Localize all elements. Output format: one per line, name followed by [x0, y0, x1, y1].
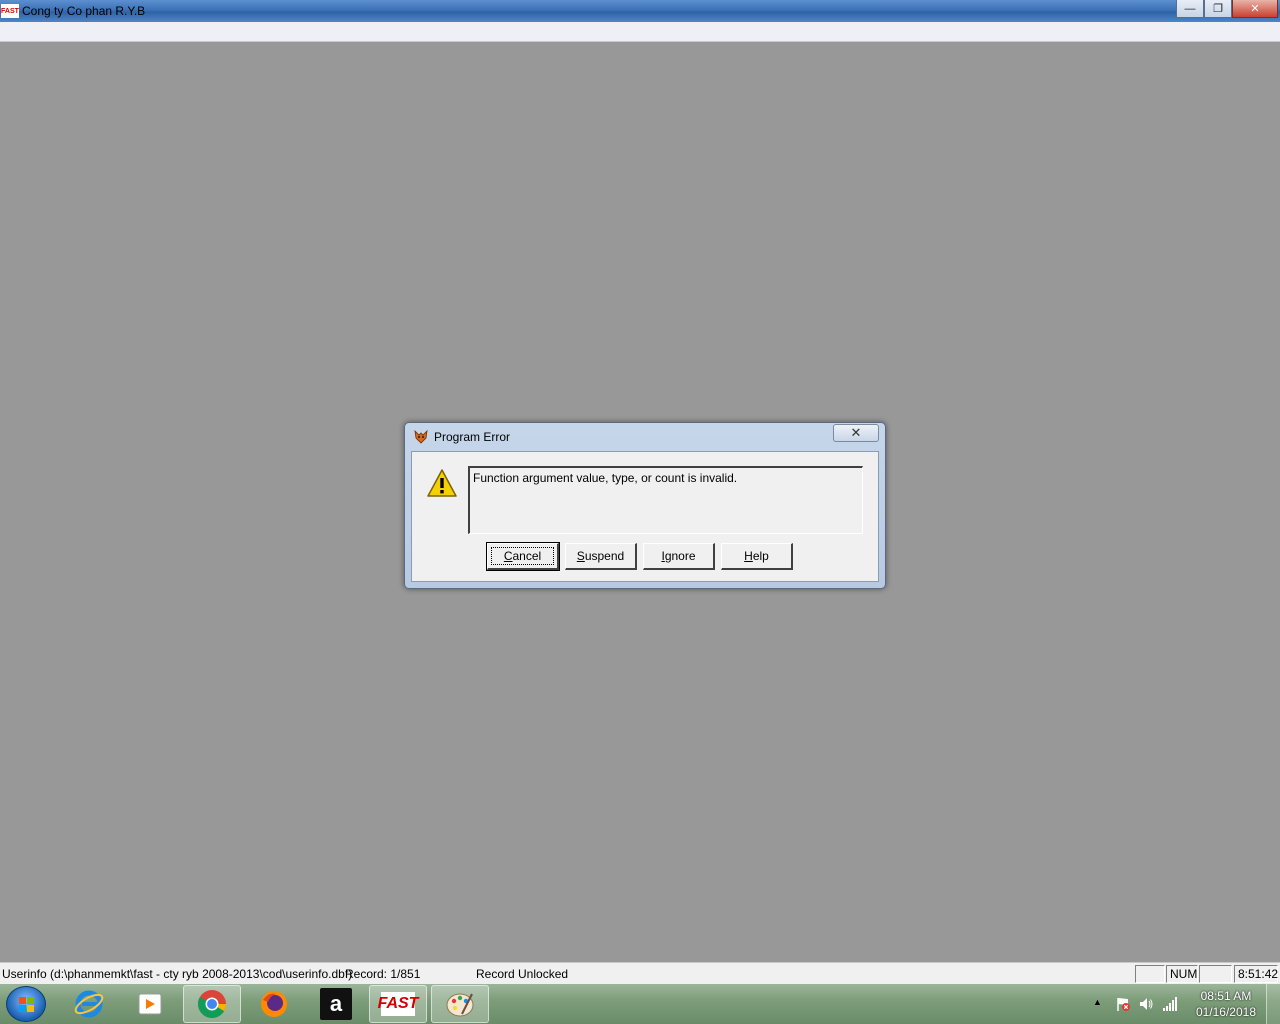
volume-icon[interactable]: [1138, 996, 1154, 1012]
foxpro-fox-icon: [414, 429, 428, 444]
status-num: NUM: [1166, 965, 1198, 983]
status-time: 8:51:42: [1234, 965, 1278, 983]
start-button[interactable]: [6, 986, 46, 1022]
dialog-titlebar[interactable]: Program Error ✕: [405, 423, 885, 451]
status-cell-empty: [1135, 965, 1165, 983]
status-cell-empty-2: [1199, 965, 1232, 983]
network-signal-icon[interactable]: [1162, 996, 1178, 1012]
ignore-button[interactable]: Ignore: [643, 543, 715, 570]
window-controls: — ❐ ✕: [1176, 0, 1278, 18]
firefox-icon: [261, 991, 287, 1017]
window-title: Cong ty Co phan R.Y.B: [22, 4, 146, 18]
error-message: Function argument value, type, or count …: [468, 466, 863, 534]
show-desktop-button[interactable]: [1266, 984, 1280, 1024]
taskbar-amazon[interactable]: a: [307, 985, 365, 1023]
windows-logo-icon: [19, 997, 34, 1012]
cancel-button[interactable]: Cancel: [486, 542, 560, 571]
taskbar-firefox[interactable]: [245, 985, 303, 1023]
chrome-icon: [198, 990, 226, 1018]
status-lock: Record Unlocked: [476, 967, 569, 981]
warning-icon: [427, 469, 457, 497]
action-center-flag-icon[interactable]: [1115, 996, 1131, 1012]
status-file: Userinfo (d:\phanmemkt\fast - cty ryb 20…: [2, 967, 353, 981]
tray-expand-arrow[interactable]: ▲: [1093, 997, 1102, 1007]
close-button[interactable]: ✕: [1232, 0, 1278, 18]
suspend-button[interactable]: Suspend: [565, 543, 637, 570]
status-bar: Userinfo (d:\phanmemkt\fast - cty ryb 20…: [0, 962, 1280, 984]
help-button[interactable]: Help: [721, 543, 793, 570]
taskbar-internet-explorer[interactable]: [60, 985, 118, 1023]
fast-icon: FAST: [378, 992, 418, 1016]
menu-bar: [0, 22, 1280, 42]
minimize-button[interactable]: —: [1176, 0, 1204, 18]
media-player-icon: [138, 993, 162, 1015]
clock-date: 01/16/2018: [1195, 1005, 1256, 1019]
dialog-body: Function argument value, type, or count …: [411, 451, 879, 582]
status-record: Record: 1/851: [345, 967, 421, 981]
taskbar-fast[interactable]: FAST: [369, 985, 427, 1023]
taskbar: a FAST ▲ 08:51 AM 01/16/2018: [0, 984, 1280, 1024]
dialog-close-button[interactable]: ✕: [833, 424, 879, 442]
program-error-dialog: Program Error ✕ Function argument value,…: [404, 422, 886, 589]
fast-app-icon: FAST: [1, 4, 19, 18]
window-titlebar: FAST Cong ty Co phan R.Y.B — ❐ ✕: [0, 0, 1280, 22]
taskbar-chrome[interactable]: [183, 985, 241, 1023]
paint-palette-icon: [446, 993, 474, 1017]
amazon-icon: a: [320, 988, 352, 1020]
dialog-title: Program Error: [434, 430, 511, 444]
restore-button[interactable]: ❐: [1204, 0, 1232, 18]
internet-explorer-icon: [74, 990, 104, 1018]
taskbar-paint[interactable]: [431, 985, 489, 1023]
taskbar-media-player[interactable]: [121, 985, 179, 1023]
clock-time: 08:51 AM: [1200, 989, 1252, 1003]
taskbar-clock[interactable]: 08:51 AM 01/16/2018: [1196, 988, 1256, 1020]
